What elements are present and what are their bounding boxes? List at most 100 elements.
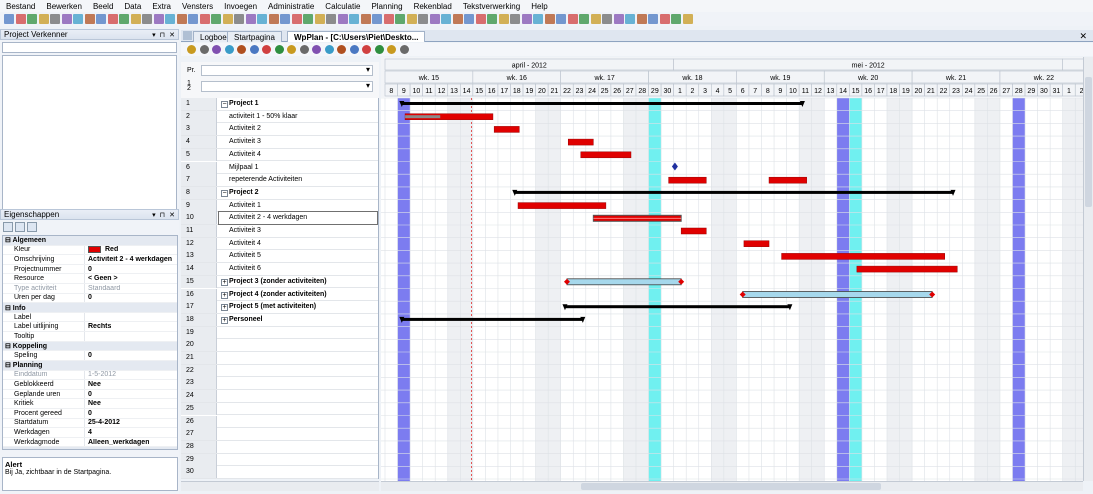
row-number[interactable]: 8 — [181, 186, 217, 199]
toolbar-icon[interactable] — [452, 14, 463, 24]
toolbar-icon[interactable] — [199, 14, 210, 24]
task-row[interactable]: 14 Activiteit 6 — [181, 263, 378, 276]
row-number[interactable]: 11 — [181, 225, 217, 237]
task-row[interactable]: 3 Activiteit 2 — [181, 123, 378, 137]
task-label[interactable]: Project 3 (zonder activiteiten) — [229, 276, 327, 288]
property-row[interactable]: Projectnummer 0 — [3, 264, 177, 275]
categorized-icon[interactable] — [3, 221, 13, 232]
gantt-tool-icon[interactable] — [324, 45, 334, 54]
task-row[interactable]: 15 + Project 3 (zonder activiteiten) — [181, 275, 378, 289]
toolbar-icon[interactable] — [349, 14, 359, 24]
task-label[interactable]: Activiteit 3 — [229, 225, 261, 237]
property-category[interactable]: ⊟ Planning — [3, 360, 177, 371]
toolbar-icon[interactable] — [613, 14, 624, 24]
property-category[interactable]: ⊟ Startpagina — [3, 447, 177, 449]
toolbar-icon[interactable] — [4, 14, 14, 24]
tab-wpplan[interactable]: WpPlan - [C:\Users\Piet\Deskto... — [287, 31, 426, 42]
toolbar-icon[interactable] — [165, 14, 175, 24]
toolbar-icon[interactable] — [383, 14, 394, 24]
dropdown-icon[interactable]: ▾ — [152, 211, 156, 219]
row-number[interactable]: 9 — [181, 199, 217, 212]
menu-rekenblad[interactable]: Rekenblad — [414, 2, 452, 11]
toolbar-icon[interactable] — [211, 14, 221, 24]
menu-data[interactable]: Data — [124, 2, 141, 11]
menu-invoegen[interactable]: Invoegen — [224, 2, 257, 11]
toolbar-icon[interactable] — [96, 14, 106, 24]
row-number[interactable]: 27 — [181, 428, 217, 441]
toolbar-icon[interactable] — [648, 14, 658, 24]
gantt-tool-icon[interactable] — [299, 45, 309, 54]
toolbar-icon[interactable] — [567, 14, 578, 24]
gantt-horizontal-scrollbar[interactable] — [381, 481, 1083, 491]
collapse-icon[interactable]: − — [221, 189, 228, 197]
task-row[interactable]: 19 — [181, 326, 378, 340]
gantt-tool-icon[interactable] — [237, 45, 246, 54]
row-number[interactable]: 13 — [181, 250, 217, 263]
task-label[interactable]: Activiteit 1 — [229, 200, 261, 212]
pin-icon[interactable]: ⊓ — [160, 211, 165, 219]
property-value[interactable]: Nee — [85, 400, 101, 407]
row-number[interactable]: 22 — [181, 364, 217, 377]
project-filter-select[interactable] — [201, 65, 373, 76]
toolbar-icon[interactable] — [372, 14, 382, 24]
row-number[interactable]: 19 — [181, 326, 217, 339]
menu-calculatie[interactable]: Calculatie — [325, 2, 360, 11]
row-number[interactable]: 28 — [181, 440, 217, 453]
menu-planning[interactable]: Planning — [371, 2, 402, 11]
gantt-tool-icon[interactable] — [274, 45, 284, 54]
alphabetical-sort-icon[interactable] — [15, 221, 25, 232]
row-number[interactable]: 10 — [181, 212, 217, 225]
toolbar-icon[interactable] — [418, 14, 428, 24]
gantt-tool-icon[interactable] — [199, 45, 209, 54]
property-value[interactable]: Nee — [85, 381, 101, 388]
task-row[interactable]: 21 — [181, 352, 378, 365]
property-row[interactable]: Procent gereed 0 — [3, 408, 177, 419]
property-row[interactable]: Speling 0 — [3, 351, 177, 361]
task-label[interactable]: Activiteit 4 — [229, 149, 261, 161]
toolbar-icon[interactable] — [153, 14, 164, 24]
property-row[interactable]: Kleur Red — [3, 245, 177, 256]
task-row[interactable]: 8− Project 2 — [181, 186, 378, 200]
property-row[interactable]: Geplande uren 0 — [3, 389, 177, 400]
task-label[interactable]: Project 4 (zonder activiteiten) — [229, 289, 327, 301]
dropdown-icon[interactable]: ▾ — [152, 31, 156, 39]
property-value[interactable]: 0 — [85, 352, 92, 359]
row-number[interactable]: 5 — [181, 148, 217, 161]
gantt-tool-icon[interactable] — [249, 45, 259, 54]
close-document-icon[interactable]: ✕ — [1079, 31, 1087, 42]
gantt-tool-icon[interactable] — [262, 45, 271, 54]
property-value[interactable]: 1-5-2012 — [85, 371, 116, 378]
row-number[interactable]: 14 — [181, 263, 217, 276]
property-row[interactable]: Tooltip — [3, 332, 177, 342]
property-value[interactable]: Standaard — [85, 285, 120, 292]
scroll-thumb[interactable] — [1085, 77, 1092, 207]
close-icon[interactable]: ✕ — [169, 211, 175, 219]
row-number[interactable]: 26 — [181, 415, 217, 428]
row-number[interactable]: 17 — [181, 301, 217, 314]
row-number[interactable]: 21 — [181, 352, 217, 364]
toolbar-icon[interactable] — [130, 14, 141, 24]
toolbar-icon[interactable] — [395, 14, 405, 24]
toolbar-icon[interactable] — [636, 14, 647, 24]
property-value[interactable]: Alleen_werkdagen — [85, 439, 149, 446]
toolbar-icon[interactable] — [245, 14, 256, 24]
property-value[interactable]: < Geen > — [85, 275, 118, 282]
task-row[interactable]: 27 — [181, 428, 378, 441]
menu-vensters[interactable]: Vensters — [182, 2, 213, 11]
toolbar-icon[interactable] — [475, 14, 486, 24]
toolbar-icon[interactable] — [234, 14, 244, 24]
property-row[interactable]: Einddatum 1-5-2012 — [3, 370, 177, 381]
toolbar-icon[interactable] — [61, 14, 72, 24]
task-label[interactable]: repeterende Activiteiten — [229, 174, 302, 186]
task-label[interactable]: Project 5 (met activiteiten) — [229, 301, 316, 313]
pin-icon[interactable]: ⊓ — [160, 31, 165, 39]
tab-startpagina[interactable]: Startpagina — [227, 31, 282, 42]
property-value[interactable]: 0 — [85, 294, 92, 301]
row-number[interactable]: 20 — [181, 339, 217, 352]
property-value[interactable]: Activiteit 2 - 4 werkdagen — [85, 256, 172, 263]
property-value[interactable]: Rechts — [85, 323, 111, 330]
property-row[interactable]: Geblokkeerd Nee — [3, 380, 177, 390]
toolbar-icon[interactable] — [291, 14, 302, 24]
toolbar-icon[interactable] — [119, 14, 129, 24]
row-number[interactable]: 4 — [181, 136, 217, 149]
